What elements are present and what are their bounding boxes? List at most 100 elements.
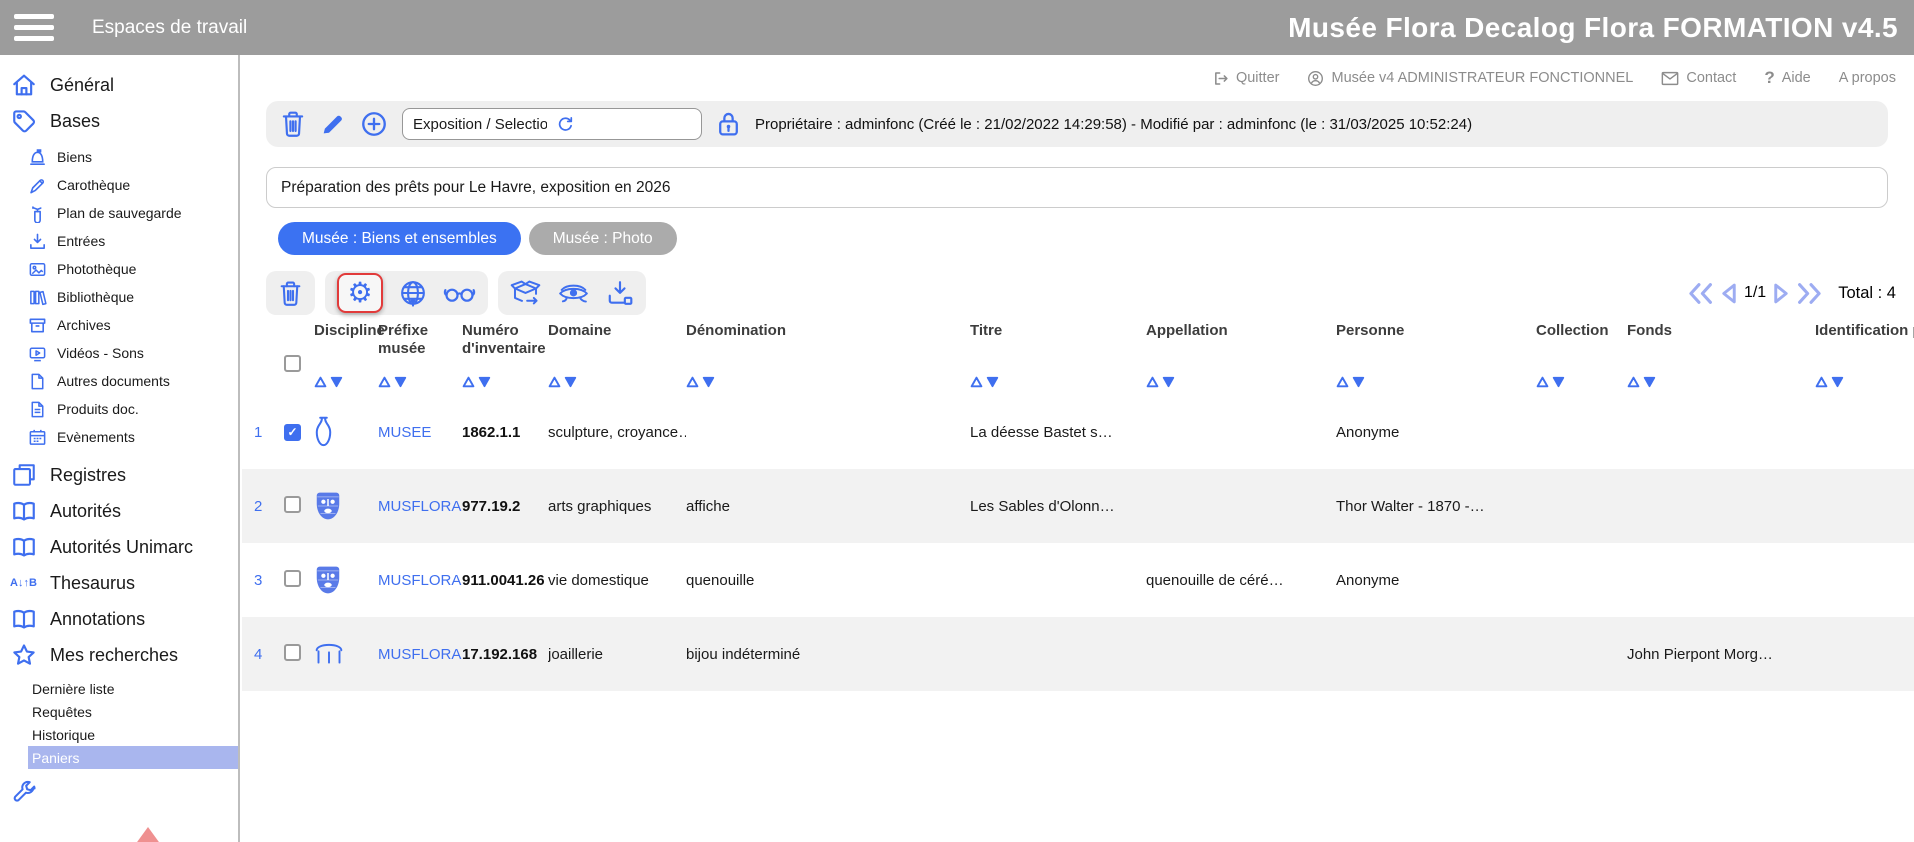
column-header-personne[interactable]: Personne (1336, 322, 1536, 388)
column-header-domaine[interactable]: Domaine (548, 322, 686, 388)
sidebar-item-requetes[interactable]: Requêtes (0, 700, 238, 723)
sidebar-item-mes-recherches[interactable]: Mes recherches (0, 637, 238, 673)
sort-arrows-icon[interactable] (1627, 376, 1809, 388)
row-checkbox[interactable] (284, 644, 301, 661)
basket-selector[interactable]: Exposition / Selection pour le havre (402, 108, 702, 140)
row-number-link[interactable]: 2 (254, 498, 284, 515)
sort-arrows-icon[interactable] (314, 376, 372, 388)
download-button[interactable] (606, 279, 634, 307)
sidebar-item-derniere-liste[interactable]: Dernière liste (0, 677, 238, 700)
table-row[interactable]: 4 MUSFLORA 17.192.168 joaillerie bijou i… (242, 617, 1914, 691)
quit-button[interactable]: Quitter (1212, 70, 1280, 87)
column-header-identification-parent[interactable]: Identification parent (1815, 322, 1914, 388)
column-header-prefixe-musee[interactable]: Préfixe musée (378, 322, 462, 388)
horus-eye-button[interactable] (557, 281, 590, 306)
column-header-appellation[interactable]: Appellation (1146, 322, 1336, 388)
sort-arrows-icon[interactable] (1815, 376, 1914, 388)
mask-icon (314, 491, 378, 521)
personne-cell: Anonyme (1336, 424, 1536, 441)
record-link[interactable]: MUSFLORA (378, 646, 462, 663)
sidebar-item-historique[interactable]: Historique (0, 723, 238, 746)
denomination-cell: affiche (686, 498, 970, 515)
sidebar-item-registres[interactable]: Registres (0, 457, 238, 493)
export-box-button[interactable] (510, 279, 541, 308)
sort-arrows-icon[interactable] (1336, 376, 1530, 388)
delete-selection-button[interactable] (278, 280, 303, 307)
next-page-icon[interactable] (1772, 282, 1791, 305)
tab-biens-et-ensembles[interactable]: Musée : Biens et ensembles (278, 222, 521, 255)
sidebar-item-phototheque[interactable]: Photothèque (0, 255, 238, 283)
titre-cell: La déesse Bastet s… (970, 424, 1146, 441)
sidebar-item-carotheque[interactable]: Carothèque (0, 171, 238, 199)
row-number-link[interactable]: 4 (254, 646, 284, 663)
person-circle-icon (1307, 70, 1324, 87)
column-header-titre[interactable]: Titre (970, 322, 1146, 388)
last-page-icon[interactable] (1797, 282, 1822, 305)
scroll-up-hint-icon[interactable] (132, 827, 164, 842)
sort-arrows-icon[interactable] (1536, 376, 1621, 388)
sidebar-item-bibliotheque[interactable]: Bibliothèque (0, 283, 238, 311)
column-header-numero-inventaire[interactable]: Numéro d'inventaire (462, 322, 548, 388)
sidebar-item-general[interactable]: Général (0, 67, 238, 103)
sidebar-item-outils[interactable] (0, 775, 238, 811)
sidebar-item-autres-documents[interactable]: Autres documents (0, 367, 238, 395)
sort-arrows-icon[interactable] (970, 376, 1140, 388)
row-checkbox[interactable] (284, 496, 301, 513)
help-button[interactable]: ? Aide (1764, 68, 1810, 88)
sidebar-item-label: Photothèque (57, 261, 136, 277)
sort-arrows-icon[interactable] (378, 376, 456, 388)
sidebar-item-annotations[interactable]: Annotations (0, 601, 238, 637)
sidebar-item-archives[interactable]: Archives (0, 311, 238, 339)
publish-web-button[interactable] (399, 279, 427, 307)
basket-toolbar: Exposition / Selection pour le havre Pro… (266, 101, 1888, 147)
sidebar-item-paniers[interactable]: Paniers (28, 746, 240, 769)
sidebar-item-evenements[interactable]: Evènements (0, 423, 238, 451)
row-checkbox[interactable] (284, 570, 301, 587)
sidebar-item-autorites-unimarc[interactable]: Autorités Unimarc (0, 529, 238, 565)
sort-arrows-icon[interactable] (462, 376, 542, 388)
hamburger-menu-icon[interactable] (14, 14, 54, 41)
first-page-icon[interactable] (1688, 282, 1713, 305)
workspace-label[interactable]: Espaces de travail (92, 17, 247, 39)
delete-basket-button[interactable] (280, 110, 306, 138)
previous-page-icon[interactable] (1719, 282, 1738, 305)
sidebar-item-bases[interactable]: Bases (0, 103, 238, 139)
sort-arrows-icon[interactable] (1146, 376, 1330, 388)
preview-glasses-button[interactable] (443, 282, 476, 304)
refresh-icon[interactable] (557, 116, 691, 133)
record-link[interactable]: MUSFLORA (378, 572, 462, 589)
record-link[interactable]: MUSFLORA (378, 498, 462, 515)
record-link[interactable]: MUSEE (378, 424, 462, 441)
basket-description-input[interactable]: Préparation des prêts pour Le Havre, exp… (266, 167, 1888, 208)
sort-arrows-icon[interactable] (686, 376, 964, 388)
column-header-denomination[interactable]: Dénomination (686, 322, 970, 388)
contact-button[interactable]: Contact (1661, 70, 1736, 86)
sidebar-item-plan-de-sauvegarde[interactable]: Plan de sauvegarde (0, 199, 238, 227)
sidebar-item-entrees[interactable]: Entrées (0, 227, 238, 255)
sort-arrows-icon[interactable] (548, 376, 680, 388)
table-row[interactable]: 1 ✓ MUSEE 1862.1.1 sculpture, croyance… … (242, 395, 1914, 469)
row-number-link[interactable]: 1 (254, 424, 284, 441)
sidebar-item-produits-doc[interactable]: Produits doc. (0, 395, 238, 423)
settings-button[interactable]: ⚙ (337, 273, 383, 313)
sidebar-item-thesaurus[interactable]: A↓↑B Thesaurus (0, 565, 238, 601)
select-all-checkbox[interactable] (284, 355, 301, 372)
column-header-fonds[interactable]: Fonds (1627, 322, 1815, 388)
table-row[interactable]: 2 MUSFLORA 977.19.2 arts graphiques affi… (242, 469, 1914, 543)
column-header-discipline[interactable]: Discipline (314, 322, 378, 388)
open-book-icon (10, 534, 37, 560)
about-button[interactable]: A propos (1839, 70, 1896, 86)
current-user[interactable]: Musée v4 ADMINISTRATEUR FONCTIONNEL (1307, 70, 1633, 87)
domaine-cell: vie domestique (548, 572, 686, 589)
tab-photo[interactable]: Musée : Photo (529, 222, 677, 255)
edit-basket-button[interactable] (320, 111, 346, 137)
row-number-link[interactable]: 3 (254, 572, 284, 589)
padlock-icon[interactable] (716, 110, 741, 139)
sidebar-item-videos-sons[interactable]: Vidéos - Sons (0, 339, 238, 367)
sidebar-item-autorites[interactable]: Autorités (0, 493, 238, 529)
row-checkbox[interactable]: ✓ (284, 424, 301, 441)
table-row[interactable]: 3 MUSFLORA 911.0041.26 vie domestique qu… (242, 543, 1914, 617)
column-header-collection[interactable]: Collection (1536, 322, 1627, 388)
sidebar-item-biens[interactable]: Biens (0, 143, 238, 171)
add-basket-button[interactable] (360, 110, 388, 138)
